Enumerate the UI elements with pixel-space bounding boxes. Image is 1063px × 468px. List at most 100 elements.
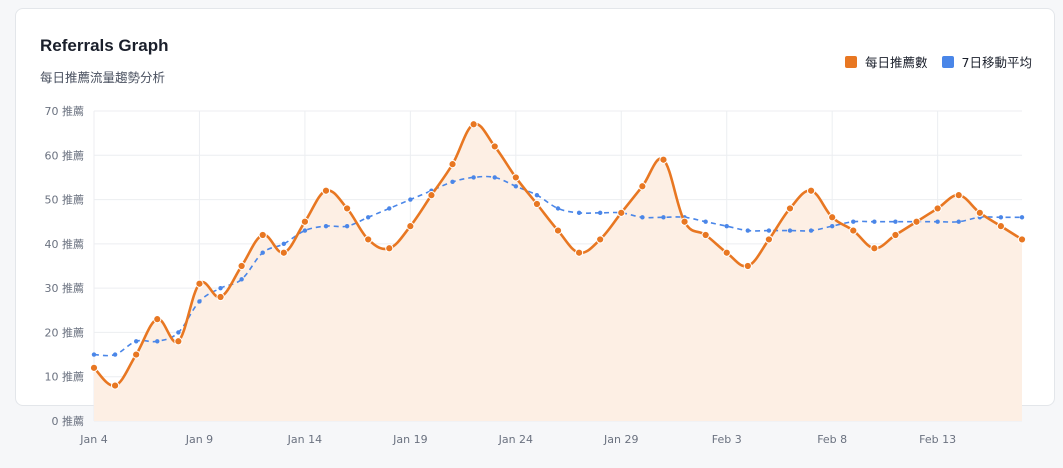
daily-area-fill bbox=[94, 123, 1022, 421]
daily-point[interactable] bbox=[89, 363, 99, 372]
average-point[interactable] bbox=[851, 219, 856, 224]
x-tick-label: Jan 9 bbox=[185, 433, 213, 446]
daily-point[interactable] bbox=[153, 315, 162, 324]
y-tick-label: 30 推薦 bbox=[45, 281, 85, 295]
average-point[interactable] bbox=[218, 285, 223, 291]
daily-point[interactable] bbox=[828, 213, 837, 222]
daily-point[interactable] bbox=[406, 222, 415, 231]
average-point[interactable] bbox=[829, 223, 835, 229]
daily-point[interactable] bbox=[258, 230, 267, 240]
y-tick-label: 50 推薦 bbox=[45, 193, 85, 207]
daily-point[interactable] bbox=[364, 235, 373, 244]
daily-point[interactable] bbox=[659, 155, 668, 164]
daily-point[interactable] bbox=[216, 292, 225, 302]
average-point[interactable] bbox=[133, 339, 139, 344]
average-point[interactable] bbox=[176, 330, 181, 335]
area-fill-layer bbox=[94, 123, 1022, 421]
daily-point[interactable] bbox=[132, 350, 141, 359]
x-tick-label: Jan 14 bbox=[287, 433, 322, 446]
average-point[interactable] bbox=[555, 206, 561, 211]
daily-point[interactable] bbox=[891, 230, 900, 240]
daily-point[interactable] bbox=[553, 226, 563, 235]
daily-point[interactable] bbox=[574, 248, 584, 257]
x-tick-label: Feb 8 bbox=[817, 433, 847, 446]
x-tick-label: Jan 29 bbox=[603, 433, 638, 446]
average-point[interactable] bbox=[893, 219, 898, 224]
daily-point[interactable] bbox=[321, 186, 331, 195]
daily-point[interactable] bbox=[996, 222, 1006, 231]
daily-point[interactable] bbox=[701, 230, 710, 240]
daily-point[interactable] bbox=[385, 244, 394, 253]
daily-point[interactable] bbox=[933, 204, 942, 213]
average-point[interactable] bbox=[344, 223, 350, 229]
daily-point[interactable] bbox=[469, 120, 478, 129]
daily-point[interactable] bbox=[722, 248, 731, 257]
daily-point[interactable] bbox=[638, 182, 647, 191]
average-point[interactable] bbox=[260, 250, 265, 255]
x-axis: Jan 4 Jan 9 Jan 14 Jan 19 Jan 24 Jan 29 Feb 3 F… bbox=[79, 433, 956, 446]
daily-point[interactable] bbox=[511, 173, 520, 182]
daily-point[interactable] bbox=[806, 186, 816, 195]
y-tick-label: 40 推薦 bbox=[45, 237, 85, 251]
average-point[interactable] bbox=[597, 210, 603, 216]
average-point[interactable] bbox=[155, 339, 160, 344]
average-point[interactable] bbox=[513, 184, 519, 189]
daily-point[interactable] bbox=[532, 199, 542, 209]
daily-point[interactable] bbox=[849, 226, 858, 235]
average-point[interactable] bbox=[872, 219, 877, 224]
average-point[interactable] bbox=[1019, 215, 1025, 220]
average-point[interactable] bbox=[365, 215, 371, 220]
x-tick-label: Jan 19 bbox=[392, 433, 427, 446]
average-point[interactable] bbox=[302, 228, 308, 233]
average-point[interactable] bbox=[534, 192, 540, 198]
daily-point[interactable] bbox=[743, 261, 752, 271]
x-tick-label: Feb 3 bbox=[712, 433, 742, 446]
daily-point[interactable] bbox=[764, 235, 774, 244]
average-point[interactable] bbox=[450, 179, 455, 185]
average-point[interactable] bbox=[956, 219, 961, 224]
daily-point[interactable] bbox=[954, 191, 963, 200]
daily-point[interactable] bbox=[617, 208, 626, 217]
average-point[interactable] bbox=[492, 175, 497, 180]
average-point[interactable] bbox=[935, 219, 940, 224]
daily-point[interactable] bbox=[680, 217, 689, 226]
y-tick-label: 20 推薦 bbox=[45, 325, 85, 339]
average-point[interactable] bbox=[787, 228, 793, 233]
average-point[interactable] bbox=[239, 277, 244, 282]
average-point[interactable] bbox=[576, 210, 582, 216]
y-tick-label: 60 推薦 bbox=[45, 148, 85, 162]
average-point[interactable] bbox=[387, 206, 392, 211]
average-point[interactable] bbox=[471, 175, 476, 180]
daily-point[interactable] bbox=[1017, 235, 1027, 244]
daily-point[interactable] bbox=[448, 160, 457, 169]
daily-point[interactable] bbox=[975, 208, 984, 217]
daily-point[interactable] bbox=[596, 235, 605, 244]
daily-point[interactable] bbox=[300, 217, 310, 226]
daily-point[interactable] bbox=[237, 261, 246, 271]
average-point[interactable] bbox=[998, 215, 1004, 220]
daily-point[interactable] bbox=[785, 204, 795, 213]
average-point[interactable] bbox=[640, 215, 645, 220]
daily-point[interactable] bbox=[279, 248, 288, 257]
average-point[interactable] bbox=[112, 352, 118, 357]
daily-point[interactable] bbox=[870, 244, 879, 253]
average-point[interactable] bbox=[808, 228, 814, 233]
average-point[interactable] bbox=[661, 215, 666, 220]
average-point[interactable] bbox=[745, 228, 751, 233]
average-point[interactable] bbox=[408, 197, 413, 202]
daily-point[interactable] bbox=[195, 279, 204, 288]
average-point[interactable] bbox=[724, 223, 729, 229]
average-point[interactable] bbox=[281, 241, 287, 247]
average-point[interactable] bbox=[703, 219, 708, 224]
daily-point[interactable] bbox=[342, 204, 352, 213]
average-point[interactable] bbox=[766, 228, 772, 233]
daily-point[interactable] bbox=[110, 381, 120, 390]
average-point[interactable] bbox=[323, 223, 329, 229]
daily-point[interactable] bbox=[490, 142, 499, 151]
average-point[interactable] bbox=[91, 352, 97, 357]
daily-point[interactable] bbox=[912, 217, 921, 226]
x-tick-label: Feb 13 bbox=[919, 433, 956, 446]
average-point[interactable] bbox=[197, 299, 202, 304]
daily-point[interactable] bbox=[427, 191, 436, 200]
daily-point[interactable] bbox=[174, 337, 183, 346]
